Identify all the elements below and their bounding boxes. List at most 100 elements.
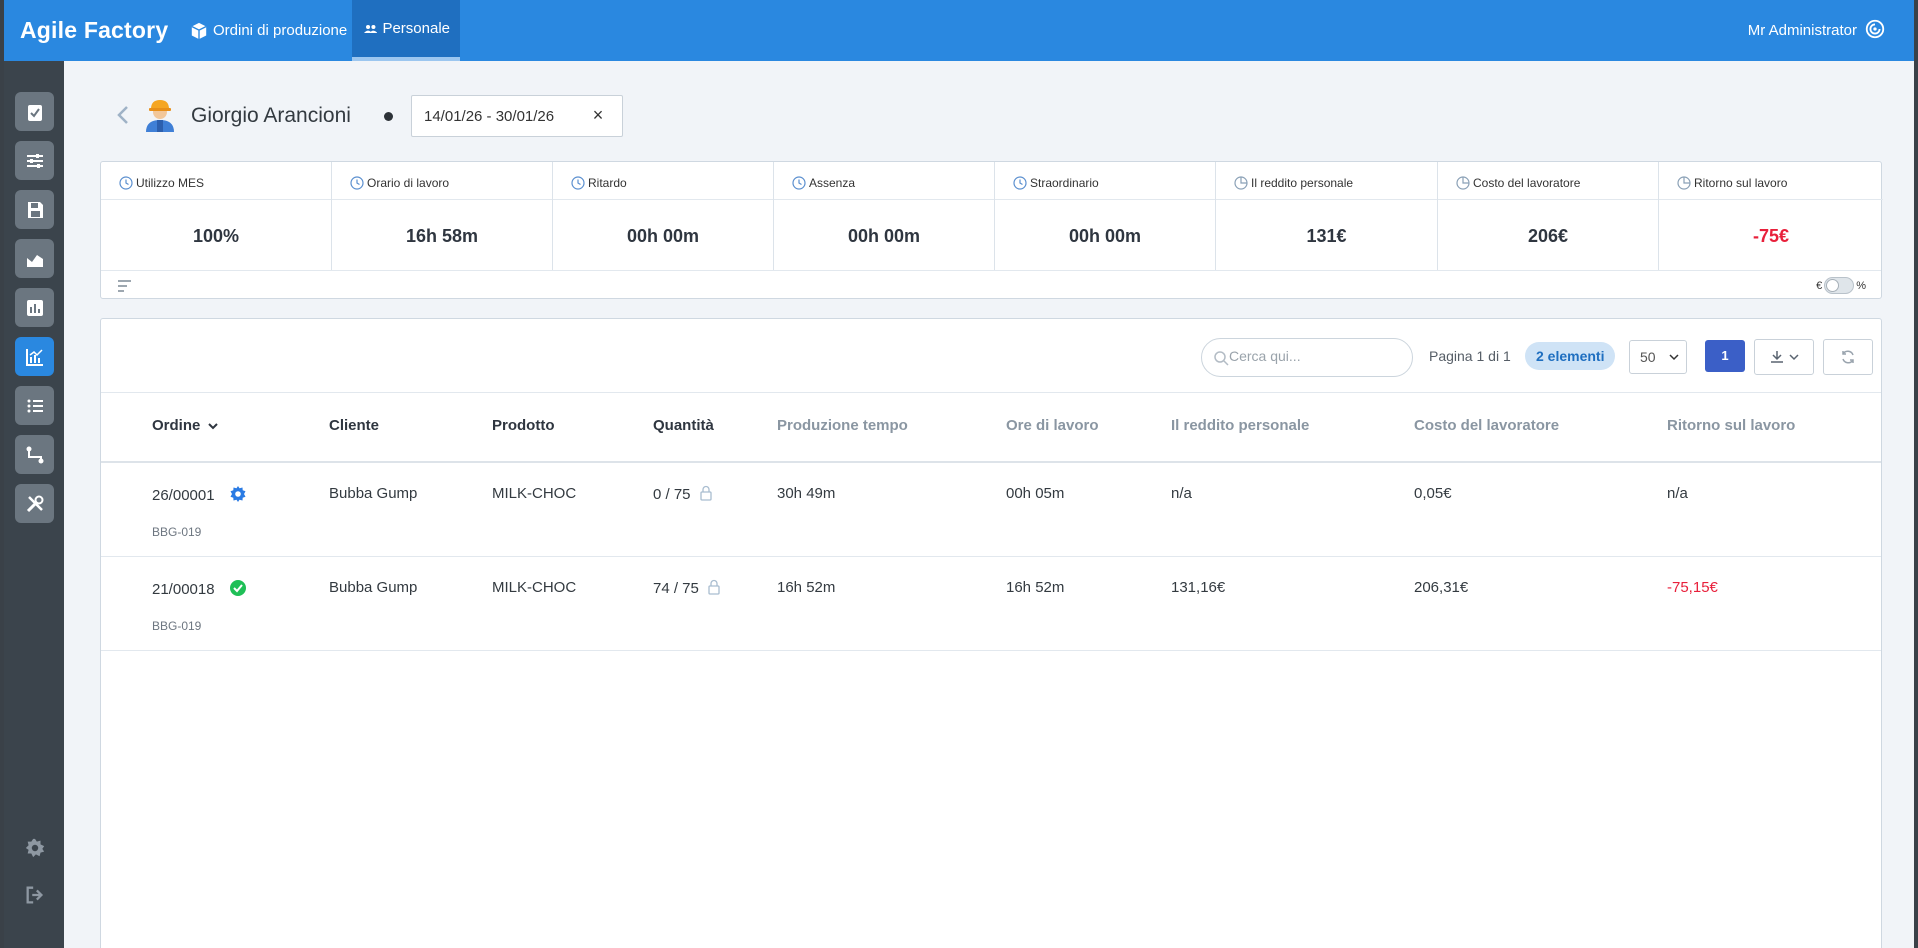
orders-table-panel: Pagina 1 di 1 2 elementi 50 1 Ordine Cli…: [100, 318, 1882, 948]
search-icon: [1214, 351, 1229, 366]
sidebar-item-production[interactable]: [15, 239, 54, 278]
col-costo-lavoratore[interactable]: Costo del lavoratore: [1414, 417, 1559, 434]
box-icon: [191, 22, 207, 39]
tools-icon: [26, 495, 43, 512]
person-name: Giorgio Arancioni: [191, 104, 351, 127]
toggle-right-label: %: [1856, 279, 1866, 292]
kpi-label: Costo del lavoratore: [1473, 176, 1581, 190]
app-window: Agile Factory Ordini di produzione Perso…: [4, 0, 1914, 948]
sidebar-item-stats[interactable]: [15, 288, 54, 327]
client-cell: Bubba Gump: [329, 579, 418, 596]
clear-date-button[interactable]: ×: [586, 104, 610, 128]
income-cell: n/a: [1171, 485, 1192, 502]
sidebar-item-settings[interactable]: [15, 141, 54, 180]
area-chart-icon: [26, 254, 43, 267]
pie-icon: [1677, 176, 1691, 190]
toggle-left-label: €: [1816, 279, 1823, 292]
kpi-value: -75€: [1752, 226, 1790, 246]
pie-icon: [1234, 176, 1248, 190]
kpi-value: 16h 58m: [405, 226, 479, 246]
col-cliente[interactable]: Cliente: [329, 417, 379, 434]
align-left-icon[interactable]: [117, 279, 133, 293]
kpi-assenza: Assenza 00h 00m: [774, 162, 995, 270]
kpi-value: 00h 00m: [626, 226, 700, 246]
date-range-input[interactable]: 14/01/26 - 30/01/26 ×: [411, 95, 623, 137]
page-info: Pagina 1 di 1: [1429, 348, 1511, 364]
search-input[interactable]: [1229, 348, 1399, 364]
quantity-cell: 74 / 75: [653, 579, 721, 597]
sidebar-item-tools[interactable]: [15, 484, 54, 523]
search-box[interactable]: [1201, 338, 1413, 377]
col-ritorno-lavoro[interactable]: Ritorno sul lavoro: [1667, 417, 1795, 434]
sidebar-item-list[interactable]: [15, 386, 54, 425]
kpi-reddito-personale: Il reddito personale 131€: [1216, 162, 1438, 270]
client-cell: Bubba Gump: [329, 485, 418, 502]
brand-logo[interactable]: Agile Factory: [20, 17, 168, 44]
refresh-button[interactable]: [1823, 339, 1873, 375]
user-name[interactable]: Mr Administrator: [1748, 22, 1857, 39]
sidebar: [4, 61, 64, 948]
col-reddito-personale[interactable]: Il reddito personale: [1171, 417, 1309, 434]
order-cell[interactable]: 21/00018: [152, 579, 247, 598]
worker-avatar-icon: [146, 100, 174, 132]
check-circle-icon: [229, 580, 246, 596]
return-cell: n/a: [1667, 485, 1688, 502]
table-row[interactable]: 21/00018 BBG-019 Bubba Gump MILK-CHOC 74…: [101, 557, 1881, 651]
status-dot: [384, 112, 393, 121]
users-icon: [364, 24, 378, 33]
toggle-switch[interactable]: [1824, 277, 1855, 294]
page-button-1[interactable]: 1: [1705, 340, 1745, 372]
col-produzione-tempo[interactable]: Produzione tempo: [777, 417, 908, 434]
nav-personale[interactable]: Personale: [352, 0, 460, 61]
save-icon: [27, 201, 43, 218]
kpi-value: 131€: [1306, 226, 1347, 246]
kpi-ritorno-lavoro: Ritorno sul lavoro -75€: [1659, 162, 1883, 270]
kpi-value: 100%: [192, 226, 240, 246]
chevron-down-icon: [1789, 354, 1799, 361]
sidebar-item-analytics[interactable]: [15, 337, 54, 376]
sidebar-settings[interactable]: [22, 835, 48, 861]
bar-chart-icon: [26, 299, 43, 316]
quantity-value: 0 / 75: [653, 486, 691, 503]
sidebar-item-save[interactable]: [15, 190, 54, 229]
download-button[interactable]: [1754, 339, 1814, 375]
col-prodotto[interactable]: Prodotto: [492, 417, 554, 434]
chevron-down-icon: [1669, 354, 1679, 361]
clock-icon: [350, 176, 364, 190]
nav-orders[interactable]: Ordini di produzione: [180, 0, 357, 61]
income-cell: 131,16€: [1171, 579, 1226, 596]
kpi-label: Il reddito personale: [1251, 176, 1354, 190]
kpi-straordinario: Straordinario 00h 00m: [995, 162, 1216, 270]
gear-icon: [25, 838, 45, 858]
cost-cell: 206,31€: [1414, 579, 1469, 596]
product-cell: MILK-CHOC: [492, 579, 577, 596]
kpi-label: Straordinario: [1030, 176, 1099, 190]
route-icon: [26, 446, 43, 463]
per-page-select[interactable]: 50: [1629, 340, 1687, 374]
kpi-label: Ritardo: [588, 176, 627, 190]
kpi-label: Assenza: [809, 176, 856, 190]
currency-percent-toggle[interactable]: € %: [1816, 277, 1866, 294]
kpi-orario-lavoro: Orario di lavoro 16h 58m: [332, 162, 553, 270]
user-menu-icon[interactable]: [1864, 18, 1886, 40]
col-ordine[interactable]: Ordine: [152, 417, 219, 434]
order-number: 21/00018: [152, 581, 215, 598]
clock-icon: [571, 176, 585, 190]
kpi-value: 00h 00m: [847, 226, 921, 246]
sidebar-logout[interactable]: [22, 882, 48, 908]
col-quantita[interactable]: Quantità: [653, 417, 714, 434]
sidebar-item-tasks[interactable]: [15, 92, 54, 131]
clock-icon: [119, 176, 133, 190]
col-ore-lavoro[interactable]: Ore di lavoro: [1006, 417, 1099, 434]
sort-chevron-icon: [207, 423, 218, 430]
date-range-value: 14/01/26 - 30/01/26: [424, 108, 555, 125]
back-arrow-icon[interactable]: [115, 103, 131, 127]
sidebar-item-routes[interactable]: [15, 435, 54, 474]
clock-icon: [792, 176, 806, 190]
top-bar: Agile Factory Ordini di produzione Perso…: [4, 0, 1914, 61]
table-row[interactable]: 26/00001 BBG-019 Bubba Gump MILK-CHOC 0 …: [101, 463, 1881, 557]
nav-orders-label: Ordini di produzione: [213, 22, 348, 39]
production-time-cell: 30h 49m: [777, 485, 836, 502]
line-chart-icon: [25, 348, 43, 366]
order-cell[interactable]: 26/00001: [152, 485, 247, 504]
